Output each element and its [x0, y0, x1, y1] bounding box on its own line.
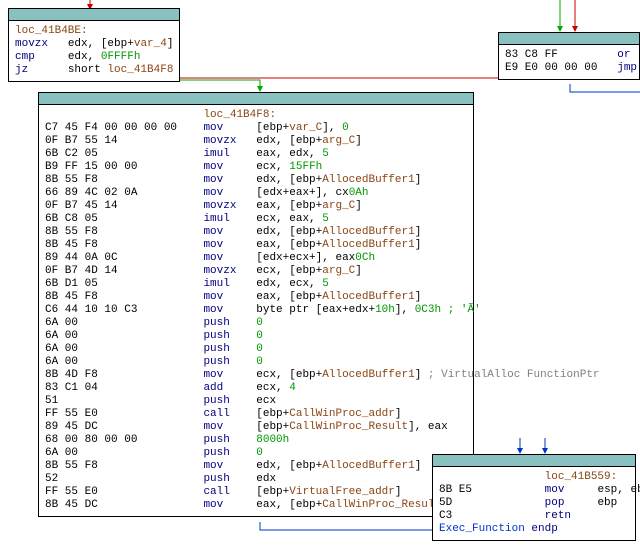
- bb-body: loc_41B559: 8B E5 mov esp, ebp 5D pop eb…: [433, 467, 635, 540]
- bb-body: loc_41B4BE: movzx edx, [ebp+var_4] cmp e…: [9, 21, 179, 81]
- bb-header[interactable]: [499, 33, 639, 45]
- bb-label: loc_41B559:: [545, 471, 618, 483]
- disassembler-graph-canvas[interactable]: loc_41B4BE: movzx edx, [ebp+var_4] cmp e…: [0, 0, 640, 546]
- bb-loc-41B4BE[interactable]: loc_41B4BE: movzx edx, [ebp+var_4] cmp e…: [8, 8, 180, 82]
- mn: cmp: [15, 51, 35, 63]
- bb-header[interactable]: [433, 455, 635, 467]
- bb-header[interactable]: [9, 9, 179, 21]
- mn: movzx: [15, 38, 48, 50]
- mn: jz: [15, 64, 28, 76]
- bb-loc-41B4F8[interactable]: loc_41B4F8: C7 45 F4 00 00 00 00 mov [eb…: [38, 92, 474, 517]
- bb-body: loc_41B4F8: C7 45 F4 00 00 00 00 mov [eb…: [39, 105, 473, 516]
- bb-header[interactable]: [39, 93, 473, 105]
- bb-body: 83 C8 FF or E9 E0 00 00 00 jmp: [499, 45, 639, 79]
- bb-loc-41B559[interactable]: loc_41B559: 8B E5 mov esp, ebp 5D pop eb…: [432, 454, 636, 541]
- bb-or-jmp[interactable]: 83 C8 FF or E9 E0 00 00 00 jmp: [498, 32, 640, 80]
- bb-label: loc_41B4BE:: [15, 25, 88, 37]
